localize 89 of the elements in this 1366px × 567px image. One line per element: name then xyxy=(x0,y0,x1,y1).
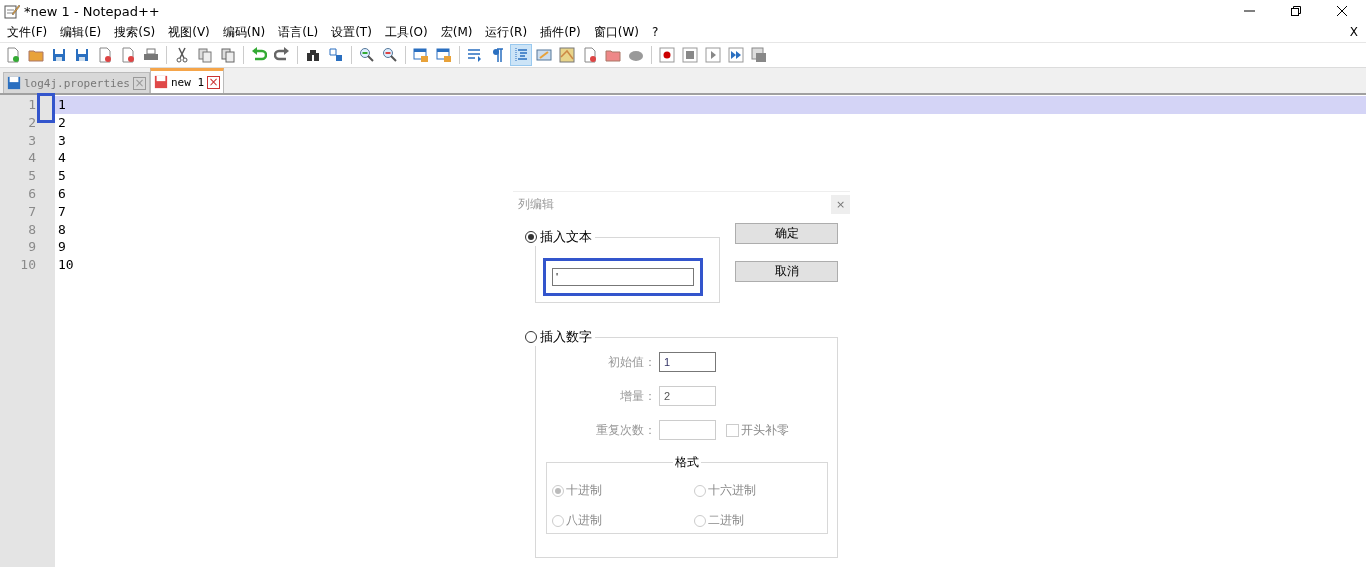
checkbox[interactable] xyxy=(726,423,739,437)
file-tab[interactable]: new 1 × xyxy=(149,68,225,93)
line-number: 3 xyxy=(27,131,36,150)
number-input-field[interactable]: 1 xyxy=(659,352,716,372)
close-all-icon[interactable] xyxy=(120,47,136,63)
code-line: 5 xyxy=(58,168,66,184)
replace-icon[interactable] xyxy=(328,47,344,63)
binoculars-icon[interactable] xyxy=(305,47,321,63)
line-number: 10 xyxy=(19,256,36,274)
menu-item[interactable]: 宏(M) xyxy=(440,23,473,41)
window-title: *new 1 - Notepad++ xyxy=(24,3,160,19)
line-number: 5 xyxy=(27,167,36,185)
close-file-icon[interactable] xyxy=(97,47,113,63)
fast-forward-icon[interactable] xyxy=(728,47,744,63)
line-number: 7 xyxy=(27,202,36,221)
cut-icon[interactable] xyxy=(174,47,190,63)
group-title: 格式 xyxy=(675,454,699,471)
notepad-icon xyxy=(4,3,20,19)
undo-icon[interactable] xyxy=(251,47,267,63)
code-line: 10 xyxy=(58,257,74,273)
zoom-out-icon[interactable] xyxy=(382,47,398,63)
menu-item[interactable]: 编码(N) xyxy=(222,23,266,41)
menu-item[interactable]: 搜索(S) xyxy=(114,23,156,41)
radio-button[interactable] xyxy=(525,331,537,343)
line-number: 6 xyxy=(27,185,36,203)
window-lock-icon[interactable] xyxy=(436,47,452,63)
restore-icon[interactable] xyxy=(1290,5,1302,17)
dialog-button[interactable]: 确定 xyxy=(735,223,838,244)
highlight-box xyxy=(37,93,55,123)
menu-item[interactable]: 运行(R) xyxy=(485,23,528,41)
pilcrow-icon[interactable] xyxy=(490,47,506,63)
dialog-close-button[interactable]: × xyxy=(831,194,850,214)
menu-item[interactable]: 文件(F) xyxy=(7,23,48,41)
play-icon[interactable] xyxy=(705,47,721,63)
menu-item[interactable]: 工具(O) xyxy=(384,23,428,41)
checkbox-label[interactable]: 开头补零 xyxy=(741,421,789,439)
radio-label[interactable]: 十六进制 xyxy=(708,482,756,499)
tab-close-button[interactable]: × xyxy=(207,75,221,89)
line-number: 8 xyxy=(27,220,36,239)
field-label: 增量： xyxy=(619,387,657,405)
indent-guide-icon[interactable] xyxy=(513,47,529,63)
field-label: 重复次数： xyxy=(595,421,657,439)
radio-label[interactable]: 十进制 xyxy=(566,482,602,499)
open-folder-icon[interactable] xyxy=(28,47,44,63)
dialog-title: 列编辑 xyxy=(518,195,554,213)
paste-icon[interactable] xyxy=(220,47,236,63)
note-icon[interactable] xyxy=(536,47,552,63)
radio-label[interactable]: 插入数字 xyxy=(540,328,592,346)
save-icon[interactable] xyxy=(51,47,67,63)
radio-label[interactable]: 插入文本 xyxy=(540,228,592,246)
field-label: 初始值： xyxy=(607,353,657,371)
code-line: 4 xyxy=(58,150,66,166)
line-number: 9 xyxy=(27,238,36,257)
menu-item[interactable]: 插件(P) xyxy=(540,23,581,41)
window-lock-icon[interactable] xyxy=(413,47,429,63)
code-line: 8 xyxy=(58,221,66,237)
save-all-icon[interactable] xyxy=(74,47,90,63)
line-number: 1 xyxy=(27,96,36,114)
copy-icon[interactable] xyxy=(197,47,213,63)
menu-item[interactable]: ? xyxy=(651,25,659,39)
code-line: 3 xyxy=(58,132,66,148)
close-document-button[interactable]: X xyxy=(1349,25,1358,39)
record-icon[interactable] xyxy=(659,47,675,63)
radio-label[interactable]: 二进制 xyxy=(708,512,744,529)
code-line: 2 xyxy=(58,114,66,130)
folder-icon[interactable] xyxy=(605,47,621,63)
radio-label[interactable]: 八进制 xyxy=(566,512,602,529)
wrap-icon[interactable] xyxy=(467,47,483,63)
menu-item[interactable]: 设置(T) xyxy=(331,23,372,41)
document-icon[interactable] xyxy=(582,47,598,63)
code-line: 9 xyxy=(58,239,66,255)
line-number: 2 xyxy=(27,113,36,132)
code-line: 7 xyxy=(58,203,66,219)
zoom-in-icon[interactable] xyxy=(359,47,375,63)
close-icon[interactable] xyxy=(1336,5,1348,17)
menu-item[interactable]: 视图(V) xyxy=(168,23,210,41)
text-input-field[interactable]: ' xyxy=(552,268,694,286)
menu-item[interactable]: 语言(L) xyxy=(278,23,319,41)
code-line: 1 xyxy=(58,97,66,112)
stop-icon[interactable] xyxy=(682,47,698,63)
new-file-icon[interactable] xyxy=(5,47,21,63)
redo-icon[interactable] xyxy=(274,47,290,63)
menu-item[interactable]: 编辑(E) xyxy=(60,23,102,41)
code-line: 6 xyxy=(58,186,66,201)
print-icon[interactable] xyxy=(143,47,159,63)
menu-item[interactable]: 窗口(W) xyxy=(593,23,639,41)
line-number: 4 xyxy=(27,149,36,168)
dialog-button[interactable]: 取消 xyxy=(735,261,838,282)
radio-button[interactable] xyxy=(525,231,537,243)
